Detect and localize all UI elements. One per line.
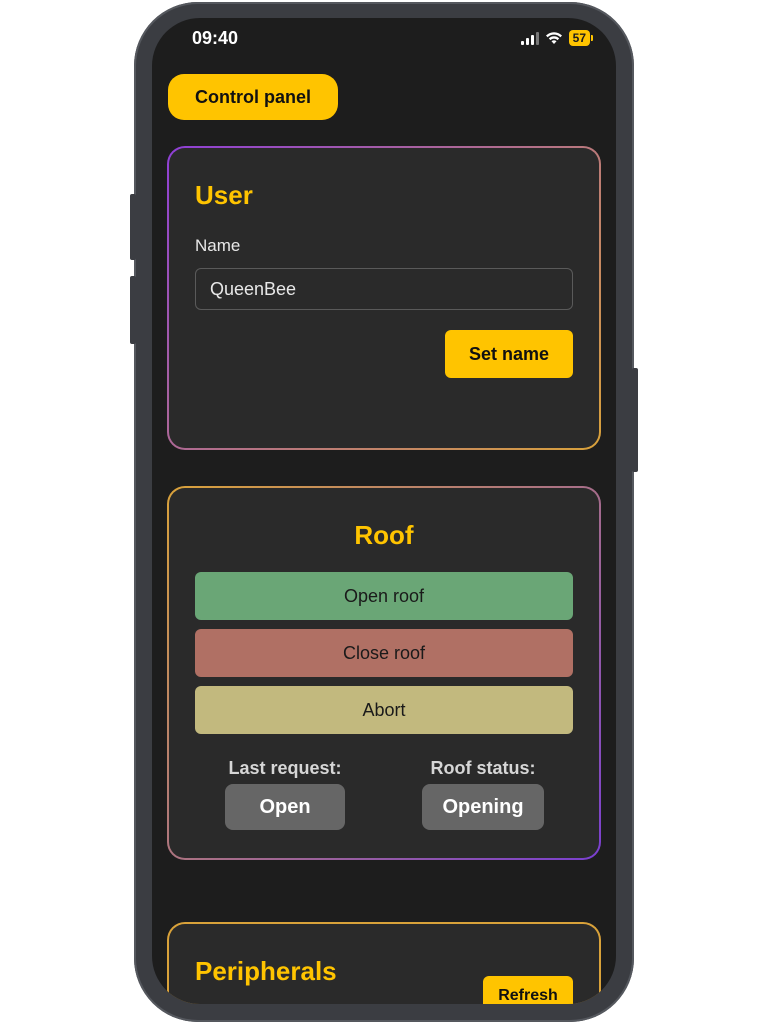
signal-icon <box>520 31 539 45</box>
peripherals-card-title: Peripherals <box>195 956 337 986</box>
refresh-button[interactable]: Refresh <box>483 976 573 1004</box>
phone-screen: 09:40 57 Control panel User Name Set nam… <box>152 18 616 1004</box>
phone-action-button <box>130 194 136 260</box>
last-request-label: Last request: <box>228 758 342 778</box>
roof-card: Roof Open roof Close roof Abort Last req… <box>167 486 601 860</box>
battery-icon: 57 <box>568 30 594 46</box>
user-card: User Name Set name <box>167 146 601 450</box>
roof-status-label: Roof status: <box>430 758 536 778</box>
phone-power-button <box>632 368 638 472</box>
last-request-value: Open <box>225 784 345 830</box>
status-icons: 57 <box>520 30 594 46</box>
wifi-icon <box>545 32 562 44</box>
roof-card-title: Roof <box>354 520 414 550</box>
user-card-title: User <box>195 180 253 210</box>
phone-volume-button <box>130 276 136 344</box>
set-name-button[interactable]: Set name <box>445 330 573 378</box>
close-roof-button[interactable]: Close roof <box>195 629 573 677</box>
control-panel-button[interactable]: Control panel <box>168 74 338 120</box>
status-time: 09:40 <box>192 28 239 48</box>
peripherals-card: Peripherals Refresh <box>167 922 601 1004</box>
roof-status-value: Opening <box>422 784 544 830</box>
name-input[interactable] <box>195 268 573 310</box>
abort-button[interactable]: Abort <box>195 686 573 734</box>
name-label: Name <box>195 236 241 255</box>
open-roof-button[interactable]: Open roof <box>195 572 573 620</box>
